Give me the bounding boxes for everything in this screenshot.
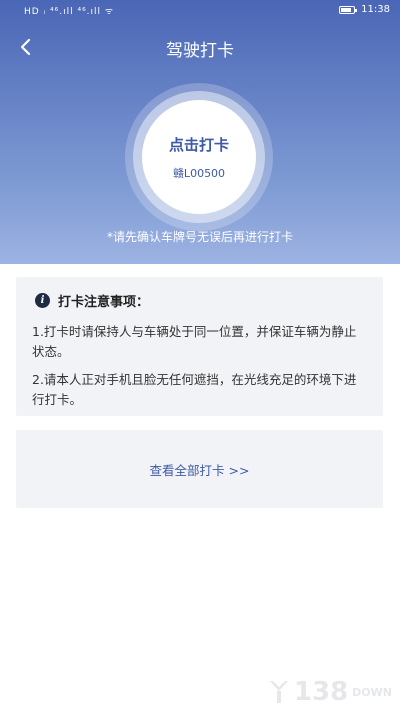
signal-indicators: HD ᵢ ⁴⁶.ıll ⁴⁶.ıll ᯤ [24,7,115,17]
watermark-suffix: DOWN [352,685,392,699]
plate-confirm-tip: *请先确认车牌号无误后再进行打卡 [106,230,293,244]
status-right: 11:38 [339,4,390,15]
status-bar: HD ᵢ ⁴⁶.ıll ⁴⁶.ıll ᯤ 11:38 [0,0,400,22]
punch-button[interactable]: 点击打卡 赣L00500 [142,100,256,214]
watermark-number: 138 [293,677,349,707]
notice-item: 2.请本人正对手机且脸无任何遮挡，在光线充足的环境下进行打卡。 [32,372,357,407]
battery-icon [339,5,358,14]
view-all-punches-link[interactable]: 查看全部打卡 >> [150,460,250,479]
header-hero: HD ᵢ ⁴⁶.ıll ⁴⁶.ıll ᯤ 11:38 驾驶打卡 点击打卡 赣L0… [0,0,400,264]
battery-fill [341,7,352,12]
view-all-card[interactable]: 查看全部打卡 >> [16,430,383,508]
notice-item: 1.打卡时请保持人与车辆处于同一位置，并保证车辆为静止状态。 [32,324,357,359]
watermark-logo: 138 DOWN [268,677,392,707]
logo-mark-icon [269,681,288,703]
notice-card: i 打卡注意事项： 1.打卡时请保持人与车辆处于同一位置，并保证车辆为静止状态。… [16,277,383,416]
notice-header: i 打卡注意事项： [35,291,367,310]
page-title: 驾驶打卡 [166,41,234,61]
notice-title: 打卡注意事项： [58,295,150,310]
license-plate: 赣L00500 [172,166,226,180]
punch-label: 点击打卡 [168,135,229,154]
status-time: 11:38 [361,4,390,15]
info-icon: i [35,293,50,308]
